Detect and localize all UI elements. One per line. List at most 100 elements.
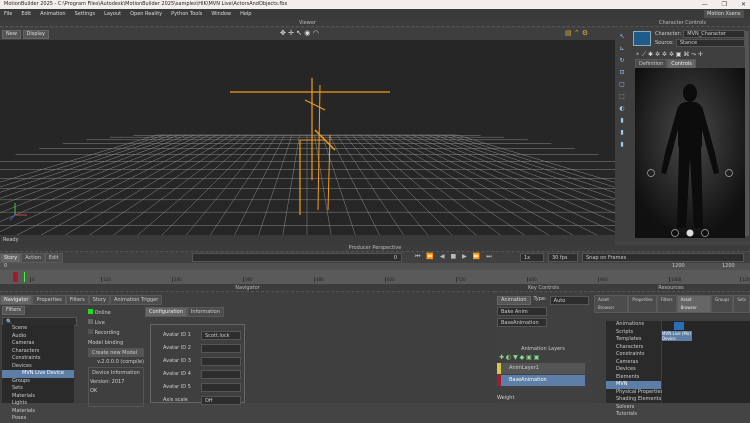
- timeline[interactable]: 0 120 240 360 480 600 720 840 960 1080 1200: [0, 270, 750, 284]
- config-field[interactable]: [201, 356, 241, 366]
- close-button[interactable]: ✕: [741, 0, 746, 9]
- device-asset-label[interactable]: MVN Live (Mo) Device: [662, 331, 692, 341]
- tree-item[interactable]: Groups: [2, 378, 74, 386]
- character-control-icons[interactable]: ⚬ ⟋ ✱ ✲ ✲ ✲ ▣ ⌘ ⤳ ✛: [635, 51, 703, 59]
- resources-tab-1[interactable]: Properties: [628, 295, 657, 313]
- layer-tool-icons[interactable]: ✚ ◐ ▼ ◆ ▣ ▣: [499, 354, 539, 361]
- scrollbar[interactable]: [745, 31, 749, 236]
- live-checkbox[interactable]: [88, 319, 93, 324]
- menu-settings[interactable]: Settings: [75, 9, 96, 19]
- device-tab-0[interactable]: Configuration: [145, 307, 187, 317]
- transform-tools-icon[interactable]: ✥ ✛ ↖ ◉ ◠: [280, 29, 319, 37]
- asset-tree-item[interactable]: Constraints: [606, 351, 661, 359]
- device-tab-1[interactable]: Information: [186, 307, 224, 317]
- tree-item[interactable]: Sets: [2, 385, 74, 393]
- layer-select[interactable]: BaseAnimation: [497, 318, 547, 327]
- character-body-view[interactable]: [635, 68, 745, 238]
- animation-layer[interactable]: AnimLayer1: [497, 363, 585, 374]
- display-tools-icon[interactable]: ▤ ⌃ ⚙: [565, 29, 588, 37]
- snap-select[interactable]: Snap on Frames: [582, 253, 744, 262]
- config-field[interactable]: [201, 382, 241, 392]
- user-account[interactable]: Motion Xsens: [704, 10, 744, 18]
- asset-tree-item[interactable]: Tutorials: [606, 411, 661, 419]
- fps-select[interactable]: 30 fps: [548, 253, 578, 262]
- character-tool-icons[interactable]: ↖ ⊾ ↻ ⊡ ▢ ⬚ ◐ ▮ ▮ ▮: [617, 31, 627, 231]
- character-select[interactable]: MVN_Character: [683, 30, 745, 38]
- transport-tab-edit[interactable]: Edit: [44, 253, 63, 263]
- menu-edit[interactable]: Edit: [21, 9, 31, 19]
- tree-item[interactable]: Audio: [2, 333, 74, 341]
- device-asset-icon[interactable]: [674, 322, 684, 330]
- transport-tab-story[interactable]: Story: [0, 253, 22, 263]
- asset-tree-item[interactable]: Solvers: [606, 404, 661, 412]
- timeline-tick: 1200: [740, 277, 750, 282]
- tree-item[interactable]: Devices: [2, 363, 74, 371]
- animation-layer[interactable]: BaseAnimation: [497, 375, 585, 386]
- asset-tree-item[interactable]: Cameras: [606, 359, 661, 367]
- config-field[interactable]: [201, 343, 241, 353]
- current-time-field[interactable]: 0: [192, 253, 402, 262]
- tree-item[interactable]: Materials: [2, 393, 74, 401]
- viewer-title: Viewer: [0, 19, 615, 27]
- timeline-tick: 240: [172, 277, 182, 282]
- asset-tree-item[interactable]: Characters: [606, 344, 661, 352]
- tree-item[interactable]: Materials: [2, 408, 74, 416]
- model-binding-select[interactable]: Create new Model: [88, 348, 144, 357]
- tree-item[interactable]: Cameras: [2, 340, 74, 348]
- animation-button[interactable]: Animation: [497, 296, 531, 305]
- resources-tab-0[interactable]: Asset Browser: [594, 295, 629, 313]
- filters-dropdown[interactable]: Filters: [2, 306, 25, 315]
- status-text: Ready: [3, 237, 19, 243]
- navigator-tab-3[interactable]: Story: [88, 295, 110, 305]
- menu-animation[interactable]: Animation: [40, 9, 66, 19]
- display-button[interactable]: Display: [22, 30, 49, 39]
- asset-tree-item[interactable]: Physical Properties: [606, 389, 663, 397]
- time-range-bar[interactable]: 0 1200 1200: [0, 263, 750, 270]
- recording-checkbox[interactable]: [88, 329, 93, 334]
- type-select[interactable]: Auto: [549, 296, 589, 305]
- tree-item[interactable]: Characters: [2, 348, 74, 356]
- 3d-viewport[interactable]: [0, 40, 615, 235]
- navigator-tab-1[interactable]: Properties: [32, 295, 66, 305]
- resources-tab-3[interactable]: Asset Browser: [676, 295, 712, 313]
- asset-tree-item[interactable]: Elements: [606, 374, 661, 382]
- tree-item[interactable]: Poses: [2, 415, 74, 423]
- menu-help[interactable]: Help: [240, 9, 251, 19]
- asset-tree-item[interactable]: Shading Elements: [606, 396, 661, 404]
- navigator-tab-0[interactable]: Navigator: [0, 295, 33, 305]
- tree-item[interactable]: Lights: [2, 400, 74, 408]
- mode-select[interactable]: Bake Anim: [497, 307, 547, 316]
- asset-tree-item[interactable]: Devices: [606, 366, 661, 374]
- asset-tree-item[interactable]: Scripts: [606, 329, 661, 337]
- menu-file[interactable]: File: [4, 9, 12, 19]
- maximize-button[interactable]: ❐: [722, 0, 727, 9]
- resources-panel: Resources Asset Browser Properties Filters…: [592, 284, 750, 417]
- playback-buttons[interactable]: ⏮⏪◀■▶⏩⏭: [415, 253, 498, 261]
- source-select[interactable]: Stance: [675, 39, 745, 47]
- tree-item[interactable]: Scene: [2, 325, 74, 333]
- playhead[interactable]: [24, 272, 25, 282]
- asset-tree-item[interactable]: Templates: [606, 336, 661, 344]
- menu-python-tools[interactable]: Python Tools: [171, 9, 202, 19]
- title-bar: MotionBuilder 2025 - C:\Program Files\Au…: [0, 0, 750, 9]
- resources-tab-2[interactable]: Filters: [656, 295, 677, 313]
- resources-tab-5[interactable]: Sets: [733, 295, 750, 313]
- asset-tree-item[interactable]: Animations: [606, 321, 661, 329]
- config-field[interactable]: Off: [201, 395, 241, 405]
- playback-speed[interactable]: 1x: [520, 253, 544, 262]
- menu-window[interactable]: Window: [211, 9, 231, 19]
- config-field[interactable]: [201, 369, 241, 379]
- menu-layout[interactable]: Layout: [104, 9, 121, 19]
- tree-item[interactable]: Constraints: [2, 355, 74, 363]
- minimize-button[interactable]: —: [702, 0, 708, 9]
- transport-tab-action[interactable]: Action: [21, 253, 45, 263]
- navigator-tab-4[interactable]: Animation Trigger: [109, 295, 163, 305]
- new-button[interactable]: New: [2, 30, 21, 39]
- resources-tab-4[interactable]: Groups: [711, 295, 734, 313]
- menu-open-reality[interactable]: Open Reality: [130, 9, 162, 19]
- config-field[interactable]: Scott.lock: [201, 330, 241, 340]
- navigator-tab-2[interactable]: Filters: [65, 295, 89, 305]
- asset-tree-item[interactable]: MVN: [606, 381, 661, 389]
- tree-item[interactable]: MVN Live Device: [2, 370, 74, 378]
- device-info-version: Version: 2017: [90, 379, 125, 385]
